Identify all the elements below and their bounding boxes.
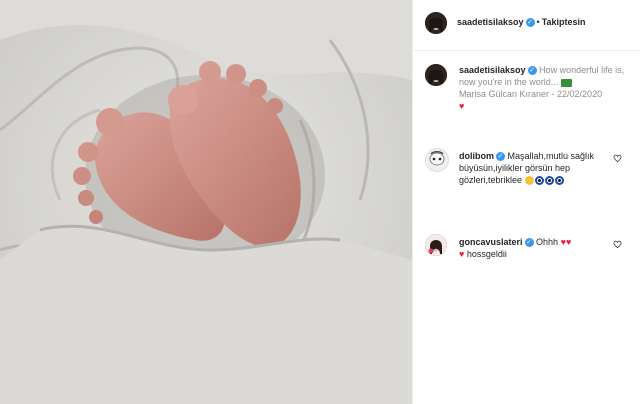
red-heart-emoji-icon: ♥ (459, 101, 465, 111)
caption-text: saadetisilaksoy ✓ How wonderful life is, … (459, 64, 629, 112)
avatar-icon (425, 12, 447, 34)
nazar-amulet-icon (554, 176, 564, 186)
header-separator: • (536, 17, 540, 27)
blushing-face-emoji-icon (524, 176, 534, 186)
nazar-amulet-icon (544, 176, 554, 186)
red-heart-emoji-icon: ♥♥ (560, 237, 572, 247)
post-photo[interactable] (0, 0, 412, 404)
caption-username[interactable]: saadetisilaksoy (459, 65, 526, 75)
verified-badge-icon: ✓ (525, 18, 535, 28)
red-heart-emoji-icon: ♥ (459, 249, 465, 259)
comment-username[interactable]: dolibom (459, 151, 494, 161)
caption-credit: Marisa Gülcan Kıraner - 22/02/2020 (459, 89, 603, 99)
post-header: saadetisilaksoy ✓ • Takiptesin (413, 0, 640, 51)
comment-body: Ohhh (536, 237, 559, 247)
verified-badge-icon: ✓ (496, 152, 505, 162)
avatar[interactable] (425, 12, 447, 34)
header-user-line: saadetisilaksoy ✓ • Takiptesin (457, 17, 586, 28)
instagram-post-modal: saadetisilaksoy ✓ • Takiptesin saadetisilak… (0, 0, 640, 404)
comment-text: goncavuslateri ✓ Ohhh ♥♥ ♥ hossgeldii (459, 236, 619, 260)
verified-badge-icon: ✓ (524, 238, 534, 248)
avatar[interactable] (425, 64, 447, 86)
comment-text: dolibom ✓ Maşallah,mutlu sağlık büyüsün,i… (459, 150, 619, 186)
avatar-icon (426, 149, 448, 171)
verified-badge-icon: ✓ (527, 66, 537, 76)
baby-feet-photo-illustration (0, 0, 412, 404)
post-sidebar: saadetisilaksoy ✓ • Takiptesin saadetisilak… (412, 0, 640, 404)
avatar[interactable] (425, 234, 447, 256)
flag-emoji-icon (560, 78, 572, 87)
avatar-icon (425, 234, 447, 256)
following-button[interactable]: Takiptesin (542, 17, 586, 27)
comment-body-line2: hossgeldii (466, 249, 507, 259)
heart-outline-icon[interactable] (613, 154, 622, 163)
header-username[interactable]: saadetisilaksoy (457, 17, 524, 27)
heart-outline-icon[interactable] (613, 240, 622, 249)
nazar-amulet-icon (534, 176, 544, 186)
comment-username[interactable]: goncavuslateri (459, 237, 523, 247)
avatar[interactable] (425, 148, 449, 172)
avatar-icon (425, 64, 447, 86)
